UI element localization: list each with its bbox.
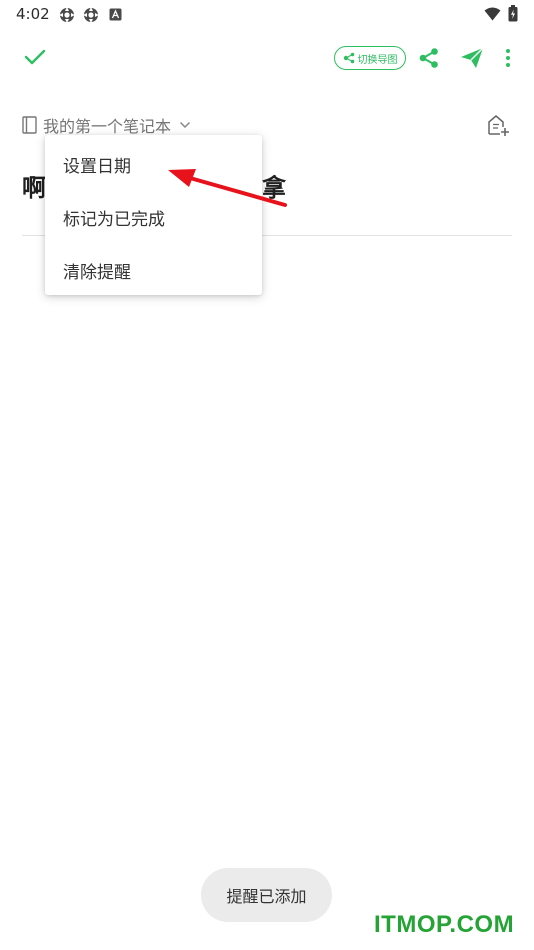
settings-gear-icon xyxy=(83,7,99,23)
chevron-down-icon xyxy=(179,121,191,129)
battery-icon xyxy=(508,5,518,22)
watermark-logo: ITMOP.COM xyxy=(374,911,515,938)
annotation-arrow-icon xyxy=(168,169,287,207)
wifi-icon xyxy=(484,7,501,21)
status-time: 4:02 xyxy=(16,5,50,23)
menu-item-set-date[interactable]: 设置日期 xyxy=(63,152,131,177)
share-icon[interactable] xyxy=(418,47,440,69)
add-note-icon[interactable] xyxy=(486,113,510,137)
settings-gear-icon xyxy=(59,7,75,23)
menu-item-clear-reminder[interactable]: 清除提醒 xyxy=(63,258,131,283)
more-vertical-icon[interactable] xyxy=(504,48,512,68)
reminder-menu: 设置日期 标记为已完成 清除提醒 xyxy=(45,135,262,295)
editor-toolbar: 切换导图 xyxy=(0,36,534,80)
notebook-selector[interactable]: 我的第一个笔记本 xyxy=(22,113,191,137)
paper-plane-icon[interactable] xyxy=(460,47,484,69)
note-editor-screen: 4:02 切换导图 我的第一个笔记本 啊 拿 设置日期 标记为已完成 清除提醒 … xyxy=(0,0,534,950)
status-bar: 4:02 xyxy=(0,0,534,28)
notification-a-icon xyxy=(109,8,122,21)
notebook-name: 我的第一个笔记本 xyxy=(43,117,172,136)
note-title-start[interactable]: 啊 xyxy=(22,168,46,203)
switch-mindmap-button[interactable]: 切换导图 xyxy=(334,46,406,70)
menu-item-mark-complete[interactable]: 标记为已完成 xyxy=(63,205,165,230)
toast-text: 提醒已添加 xyxy=(226,887,307,906)
notebook-icon xyxy=(22,116,37,134)
checkmark-icon[interactable] xyxy=(24,48,46,66)
mindmap-icon xyxy=(343,52,354,64)
toast-message: 提醒已添加 xyxy=(201,868,332,922)
switch-mindmap-label: 切换导图 xyxy=(357,54,398,66)
